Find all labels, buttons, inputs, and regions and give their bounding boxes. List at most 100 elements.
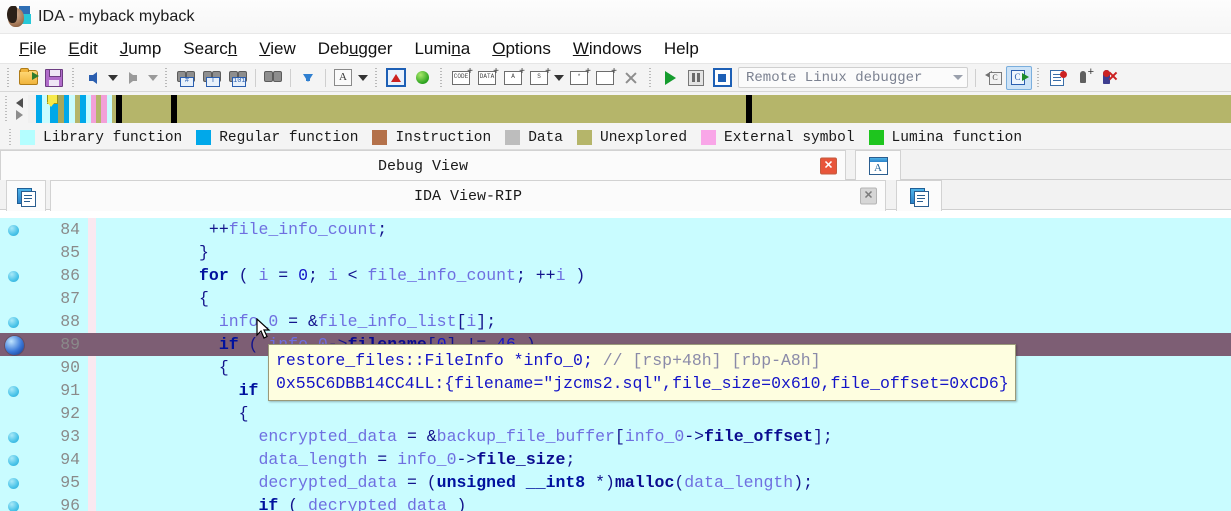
search-next-button[interactable] bbox=[260, 66, 286, 90]
breakpoint-marker-icon[interactable] bbox=[8, 225, 19, 236]
run-state-button[interactable] bbox=[409, 66, 435, 90]
run-to-cursor-button[interactable]: C bbox=[1006, 65, 1032, 90]
menu-lumina[interactable]: Lumina bbox=[403, 37, 481, 61]
make-data-icon: DATA bbox=[478, 67, 499, 85]
tab-debug-view-label: Debug View bbox=[377, 157, 468, 175]
nav-up-arrow-icon[interactable] bbox=[15, 98, 23, 108]
tab-pseudocode-icon-button-left[interactable] bbox=[6, 180, 46, 211]
toolbar-grip-3[interactable] bbox=[163, 67, 170, 88]
make-struct-button[interactable]: S bbox=[526, 66, 552, 90]
code-line[interactable]: 96 if ( decrypted_data ) bbox=[0, 494, 1231, 511]
navband-cursor-icon[interactable] bbox=[47, 95, 59, 107]
code-line[interactable]: 88 info_0 = &file_info_list[i]; bbox=[0, 310, 1231, 333]
main-toolbar: # T 101 A CODE DATA A S * Remote Linux d… bbox=[0, 64, 1231, 92]
menu-edit[interactable]: Edit bbox=[57, 37, 108, 61]
navigate-back-dropdown[interactable] bbox=[106, 67, 120, 89]
code-line[interactable]: 84 ++file_info_count; bbox=[0, 218, 1231, 241]
toolbar-grip-6[interactable] bbox=[647, 67, 654, 88]
toolbar-grip-5[interactable] bbox=[438, 67, 445, 88]
menu-options[interactable]: Options bbox=[481, 37, 562, 61]
code-line[interactable]: 86 for ( i = 0; i < file_info_count; ++i… bbox=[0, 264, 1231, 287]
make-struct-dropdown[interactable] bbox=[552, 67, 566, 89]
code-token: i bbox=[258, 266, 269, 285]
caret-down-icon bbox=[108, 74, 118, 81]
menu-view[interactable]: View bbox=[248, 37, 307, 61]
navigate-back-button[interactable] bbox=[80, 66, 106, 90]
legend-color-swatch bbox=[372, 130, 388, 145]
navigate-forward-dropdown[interactable] bbox=[146, 67, 160, 89]
search-sequence-button[interactable]: 101 bbox=[225, 66, 251, 90]
make-code-button[interactable]: CODE bbox=[448, 66, 474, 90]
disassembly-icon: A bbox=[868, 157, 888, 175]
jump-down-button[interactable] bbox=[295, 66, 321, 90]
close-icon[interactable]: ✕ bbox=[860, 187, 877, 205]
breakpoint-marker-icon[interactable] bbox=[8, 478, 19, 489]
green-sphere-icon bbox=[415, 71, 429, 84]
tab-pseudocode-icon-button-right[interactable] bbox=[896, 180, 942, 211]
breakpoint-marker-icon[interactable] bbox=[8, 317, 19, 328]
add-breakpoint-button[interactable] bbox=[1071, 66, 1097, 90]
debugger-selector[interactable]: Remote Linux debugger bbox=[738, 67, 968, 88]
tab-debug-view[interactable]: Debug View ✕ bbox=[0, 150, 846, 181]
menu-debugger[interactable]: Debugger bbox=[307, 37, 404, 61]
code-token: [ bbox=[614, 427, 625, 446]
breakpoint-marker-icon[interactable] bbox=[8, 386, 19, 397]
menu-windows[interactable]: Windows bbox=[562, 37, 653, 61]
stop-process-button[interactable] bbox=[709, 66, 735, 90]
menu-jump[interactable]: Jump bbox=[109, 37, 173, 61]
navigate-forward-button[interactable] bbox=[120, 66, 146, 90]
open-file-button[interactable] bbox=[15, 66, 41, 90]
navigation-band[interactable] bbox=[28, 95, 1231, 123]
menu-search[interactable]: Search bbox=[172, 37, 248, 61]
debug-view-tab-row: Debug View ✕ A bbox=[0, 150, 1231, 181]
search-hex-button[interactable]: # bbox=[173, 66, 199, 90]
menu-file[interactable]: File bbox=[8, 37, 57, 61]
code-token: = ( bbox=[397, 473, 437, 492]
tab-ida-view-rip[interactable]: IDA View-RIP ✕ bbox=[50, 180, 886, 211]
search-text-button[interactable]: T bbox=[199, 66, 225, 90]
problems-button[interactable] bbox=[383, 66, 409, 90]
code-line-text: encrypted_data = &backup_file_buffer[inf… bbox=[100, 425, 1231, 448]
tooltip-stack-comment: // [rsp+48h] [rbp-A8h] bbox=[602, 351, 821, 370]
code-line[interactable]: 93 encrypted_data = &backup_file_buffer[… bbox=[0, 425, 1231, 448]
current-instruction-marker-icon[interactable] bbox=[5, 336, 24, 355]
code-token: ; bbox=[377, 220, 388, 239]
breakpoint-list-button[interactable] bbox=[1045, 66, 1071, 90]
code-line[interactable]: 87 { bbox=[0, 287, 1231, 310]
toolbar-grip[interactable] bbox=[5, 67, 12, 88]
breakpoint-marker-icon[interactable] bbox=[8, 455, 19, 466]
code-line[interactable]: 92 { bbox=[0, 402, 1231, 425]
breakpoint-marker-icon[interactable] bbox=[8, 501, 19, 511]
legend-grip[interactable] bbox=[6, 128, 14, 147]
rename-button[interactable] bbox=[592, 66, 618, 90]
code-line[interactable]: 95 decrypted_data = (unsigned __int8 *)m… bbox=[0, 471, 1231, 494]
code-token: ]; bbox=[812, 427, 833, 446]
step-out-button[interactable]: C bbox=[980, 66, 1006, 90]
nav-down-arrow-icon[interactable] bbox=[15, 110, 23, 120]
undefine-button[interactable]: * bbox=[566, 66, 592, 90]
menu-help[interactable]: Help bbox=[653, 37, 710, 61]
ascii-string-dropdown[interactable] bbox=[356, 67, 370, 89]
navband-grip[interactable] bbox=[2, 96, 10, 122]
toolbar-grip-2[interactable] bbox=[70, 67, 77, 88]
make-data-button[interactable]: DATA bbox=[474, 66, 500, 90]
toolbar-grip-4[interactable] bbox=[373, 67, 380, 88]
pause-process-button[interactable] bbox=[683, 66, 709, 90]
breakpoint-marker-icon[interactable] bbox=[8, 271, 19, 282]
save-file-button[interactable] bbox=[41, 66, 67, 90]
legend-label: Instruction bbox=[395, 129, 492, 146]
code-line[interactable]: 94 data_length = info_0->file_size; bbox=[0, 448, 1231, 471]
make-ascii-button[interactable]: A bbox=[500, 66, 526, 90]
tab-disassembly-icon-button[interactable]: A bbox=[855, 150, 901, 181]
start-process-button[interactable] bbox=[657, 66, 683, 90]
breakpoint-marker-icon[interactable] bbox=[8, 432, 19, 443]
code-line[interactable]: 85 } bbox=[0, 241, 1231, 264]
ascii-string-button[interactable]: A bbox=[330, 66, 356, 90]
toolbar-grip-7[interactable] bbox=[1035, 67, 1042, 88]
delete-button[interactable] bbox=[618, 66, 644, 90]
delete-breakpoint-button[interactable] bbox=[1097, 66, 1123, 90]
close-icon[interactable]: ✕ bbox=[820, 157, 837, 175]
arrow-left-icon bbox=[89, 71, 97, 84]
navband-arrows[interactable] bbox=[10, 94, 28, 124]
